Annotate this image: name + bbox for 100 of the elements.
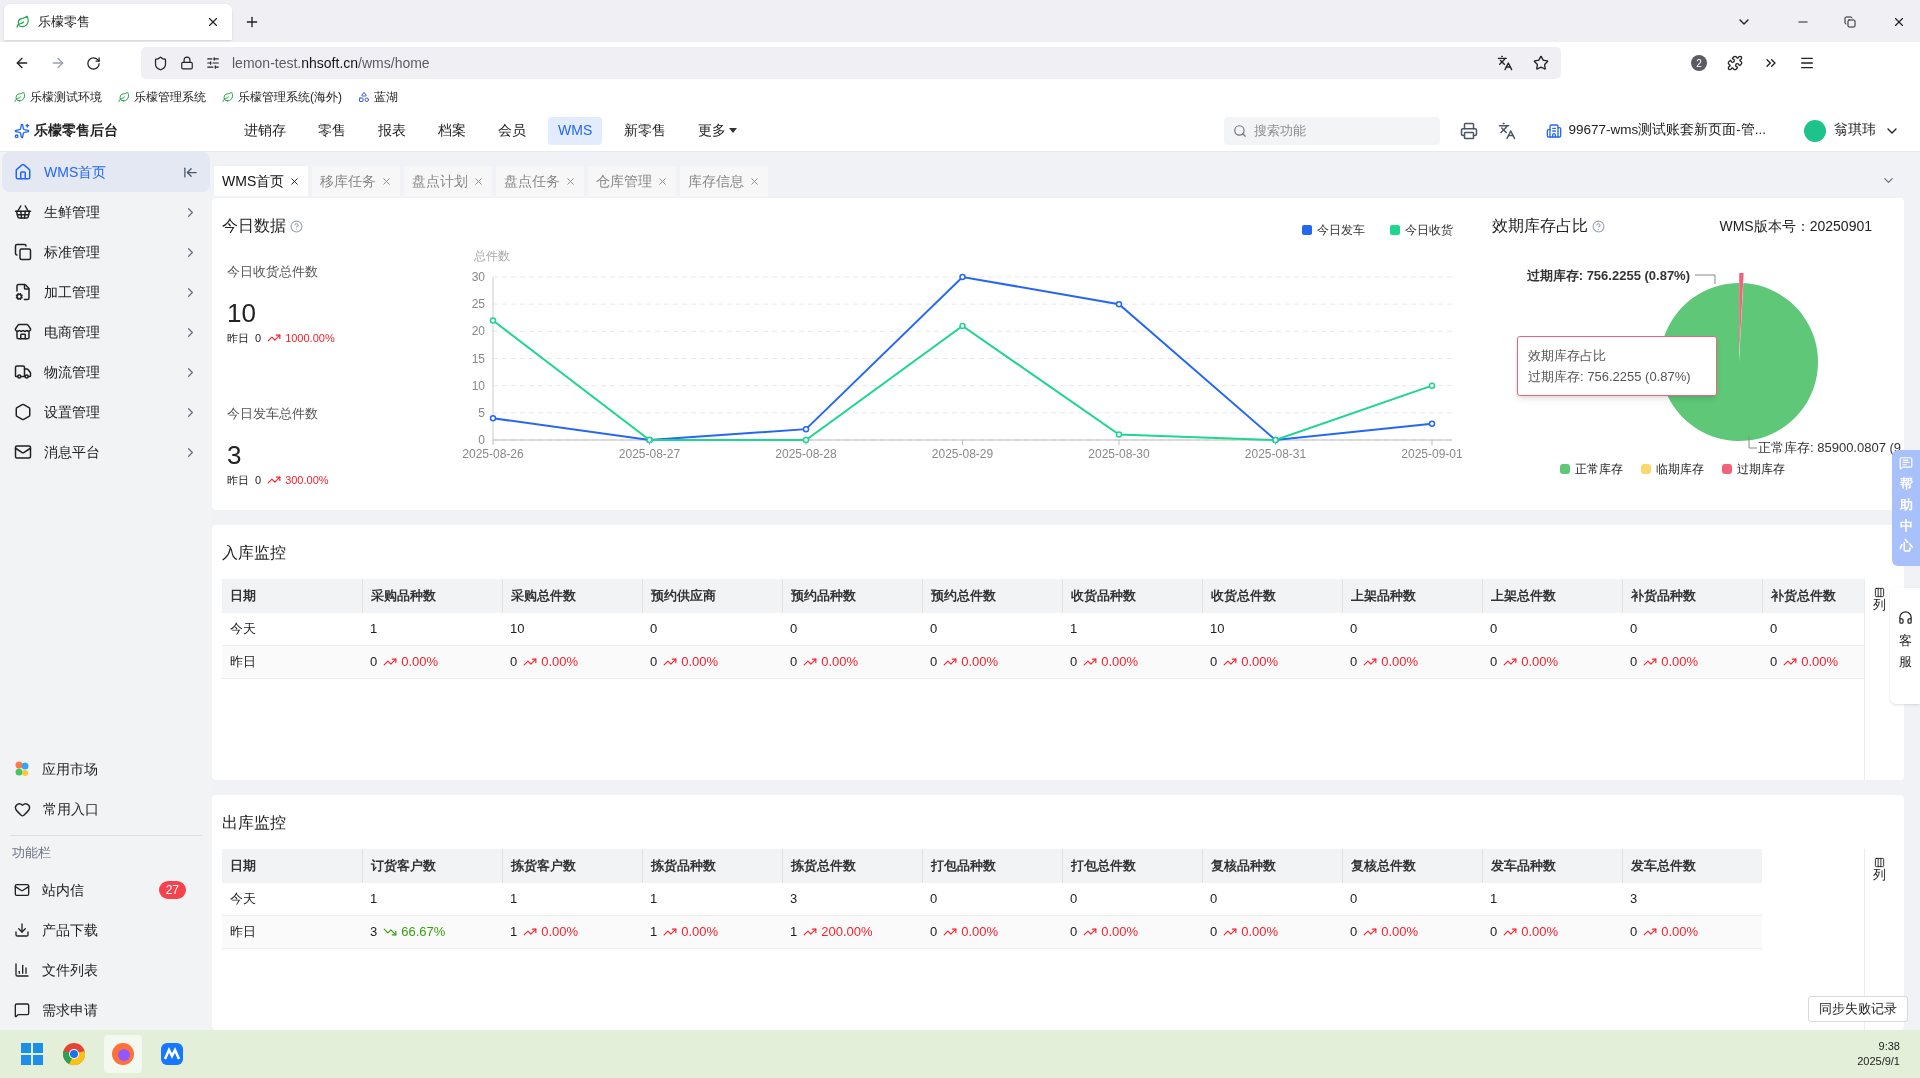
table-cell-text: 0 0.00% [1209, 652, 1280, 672]
change-percent: 0.00% [1241, 923, 1279, 942]
table-cell-text: 昨日 [229, 923, 257, 942]
legend-label: 今日发车 [1317, 223, 1365, 237]
version-text: WMS版本号：20250901 [1719, 216, 1872, 236]
change-percent: 0.00% [541, 923, 579, 942]
table-cell-text: 0 [1349, 890, 1359, 909]
previous-label: 昨日 [227, 472, 249, 488]
section-title: 功能栏 [11, 844, 52, 863]
table-cell-text: 0 0.00% [1489, 922, 1560, 942]
previous-value: 0 [255, 330, 262, 346]
table-cell-text: 1 200.00% [789, 922, 874, 942]
column-header: 打包总件数 [1062, 849, 1202, 883]
change-percent: 0.00% [1381, 653, 1419, 672]
column-header: 收货总件数 [1202, 579, 1342, 613]
table-cell-text: 今天 [229, 890, 257, 909]
table-cell-text: 0 0.00% [1069, 922, 1140, 942]
tick-label: 2025-08-29 [931, 447, 994, 461]
previous-value: 0 [255, 472, 262, 488]
table-cell-text: 0 0.00% [1629, 652, 1700, 672]
column-header: 拣货品种数 [642, 849, 782, 883]
change-percent: 0.00% [1801, 653, 1839, 672]
table-cell-text: 0 [1629, 620, 1639, 639]
tick-label: 20 [471, 324, 485, 339]
tick-label: 25 [471, 297, 485, 312]
column-header: 采购总件数 [502, 579, 642, 613]
app-brand: 乐檬零售后台 [34, 121, 119, 140]
table-cell-text: 0 [929, 620, 939, 639]
tooltip-text: 过期库存: 756.2255 (0.87%) [1528, 368, 1692, 386]
table-cell-text: 今天 [229, 620, 257, 639]
change-percent: 0.00% [1521, 923, 1559, 942]
change-percent: 0.00% [1521, 653, 1559, 672]
column-header: 复核品种数 [1202, 849, 1342, 883]
section-title: 出库监控 [222, 813, 287, 833]
change-percent: 0.00% [1101, 923, 1139, 942]
tick-label: 2025-08-28 [775, 447, 837, 461]
table-cell-text: 1 [1069, 620, 1079, 639]
tick-label: 2025-08-30 [1088, 447, 1150, 461]
column-header: 发车品种数 [1482, 849, 1622, 883]
tick-label: 10 [471, 378, 485, 393]
table-cell-text: 0 0.00% [649, 652, 720, 672]
table-cell-text: 0 [1209, 890, 1219, 909]
column-header: 拣货客户数 [502, 849, 642, 883]
table-cell-text: 1 0.00% [509, 922, 580, 942]
change-percent: 0.00% [961, 923, 999, 942]
tick-label: 2025-08-31 [1244, 447, 1307, 461]
table-cell-text: 0 0.00% [509, 652, 580, 672]
table-cell-text: 1 0.00% [649, 922, 720, 942]
table-cell-text: 3 [789, 890, 799, 909]
change-percent: 0.00% [681, 653, 719, 672]
legend-label: 今日收货 [1405, 223, 1453, 237]
change-percent: 0.00% [1661, 923, 1699, 942]
column-header: 上架品种数 [1342, 579, 1482, 613]
tick-label: 0 [478, 433, 485, 447]
table-cell-text: 0 0.00% [1489, 652, 1560, 672]
table-cell-text: 0 0.00% [1349, 652, 1420, 672]
url-text: lemon-test.nhsoft.cn/wms/home [232, 53, 430, 73]
stat-value: 3 [226, 439, 243, 470]
slice-label: 过期库存: 756.2255 (0.87%) [1526, 268, 1690, 283]
section-title: 入库监控 [222, 543, 287, 563]
change-percent: 0.00% [401, 653, 439, 672]
column-header: 采购品种数 [362, 579, 502, 613]
change-percent: 0.00% [1101, 653, 1139, 672]
column-header: 订货客户数 [362, 849, 502, 883]
table-cell-text: 0 0.00% [1349, 922, 1420, 942]
panel-title: 效期库存占比 [1492, 216, 1588, 236]
stat-label: 今日收货总件数 [226, 263, 319, 281]
tick-label: 2025-09-01 [1401, 447, 1463, 461]
table-cell-text: 1 [509, 890, 519, 909]
table-cell-text: 1 [369, 620, 379, 639]
table-cell-text: 0 0.00% [929, 652, 1000, 672]
table-cell-text: 10 [1209, 620, 1226, 639]
table-cell-text: 0 [1769, 620, 1779, 639]
column-header: 拣货总件数 [782, 849, 922, 883]
column-header: 上架总件数 [1482, 579, 1622, 613]
column-header: 日期 [229, 857, 257, 876]
previous-label: 昨日 [227, 330, 249, 346]
change-percent: 66.67% [401, 923, 446, 942]
table-cell-text: 10 [509, 620, 526, 639]
table-cell-text: 1 [1489, 890, 1499, 909]
column-header: 日期 [229, 587, 257, 606]
table-cell-text: 0 0.00% [1769, 652, 1840, 672]
tab-title: 乐檬零售 [38, 13, 91, 32]
column-header: 预约总件数 [922, 579, 1062, 613]
column-header: 补货品种数 [1622, 579, 1762, 613]
column-header: 预约供应商 [642, 579, 782, 613]
table-cell-text: 1 [369, 890, 379, 909]
table-cell-text: 0 [1349, 620, 1359, 639]
column-header: 复核总件数 [1342, 849, 1482, 883]
table-cell-text: 昨日 [229, 653, 257, 672]
change-percent: 1000.00% [285, 330, 335, 346]
change-percent: 200.00% [821, 923, 873, 942]
tick-label: 2025-08-27 [618, 447, 681, 461]
table-cell-text: 0 [1489, 620, 1499, 639]
count-badge: 27 [158, 881, 186, 899]
table-cell-text: 1 [649, 890, 659, 909]
table-cell-text: 0 0.00% [1629, 922, 1700, 942]
table-cell-text: 0 0.00% [1209, 922, 1280, 942]
change-percent: 0.00% [681, 923, 719, 942]
tick-label: 5 [478, 405, 485, 420]
